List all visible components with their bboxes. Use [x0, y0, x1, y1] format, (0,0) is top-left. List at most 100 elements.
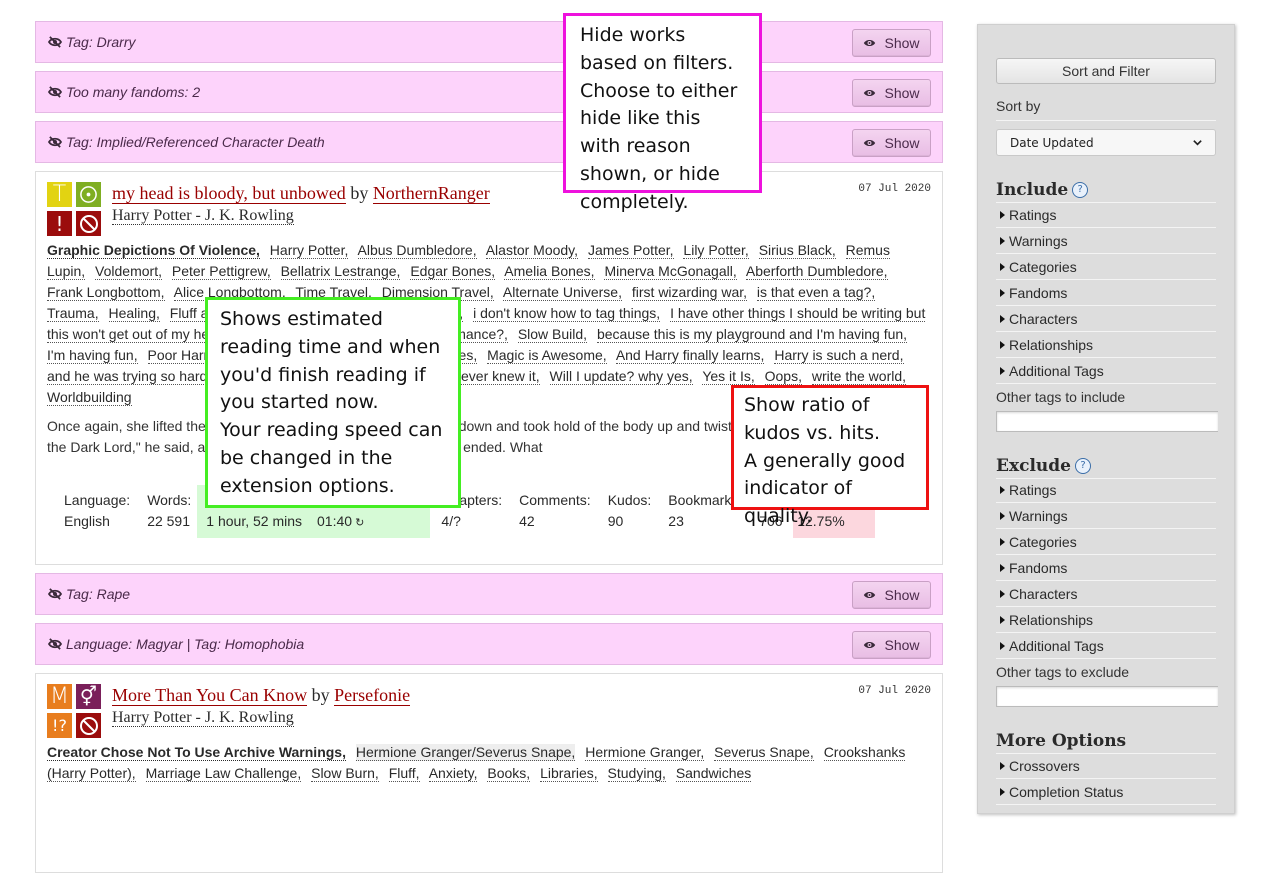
- author-link[interactable]: NorthernRanger: [372, 183, 490, 204]
- filter-toggle-crossovers[interactable]: Crossovers: [996, 753, 1216, 779]
- filter-toggle-additional-tags[interactable]: Additional Tags: [996, 633, 1216, 659]
- tag-link[interactable]: Bellatrix Lestrange,: [280, 263, 401, 280]
- show-button[interactable]: Show: [852, 631, 931, 659]
- tag-link[interactable]: first wizarding war,: [631, 284, 748, 301]
- tag-link[interactable]: Healing,: [108, 305, 160, 322]
- wip-icon[interactable]: [76, 211, 101, 236]
- tag-link[interactable]: Harry Potter,: [269, 242, 349, 259]
- tag-link[interactable]: Albus Dumbledore,: [357, 242, 477, 259]
- filter-toggle-completion-status[interactable]: Completion Status: [996, 779, 1216, 805]
- rating-mature-icon[interactable]: M: [47, 684, 72, 709]
- fandom-link[interactable]: Harry Potter - J. K. Rowling: [112, 207, 294, 225]
- warning-tag[interactable]: Graphic Depictions Of Violence,: [47, 242, 260, 259]
- tag-link[interactable]: I'm having fun,: [47, 347, 138, 364]
- tag-link[interactable]: Marriage Law Challenge,: [145, 765, 302, 782]
- tag-link[interactable]: write the world,: [811, 368, 907, 385]
- tag-link[interactable]: Slow Burn,: [311, 765, 379, 782]
- show-button[interactable]: Show: [852, 29, 931, 57]
- reading-time-callout: Shows estimated reading time and when yo…: [205, 297, 461, 508]
- tag-link[interactable]: Oops,: [764, 368, 802, 385]
- eye-slash-icon: [48, 638, 62, 650]
- tag-link[interactable]: Frank Longbottom,: [47, 284, 165, 301]
- tag-link[interactable]: Severus Snape,: [714, 744, 814, 761]
- exclude-filter-list: Ratings Warnings Categories Fandoms Characte…: [996, 477, 1216, 659]
- tag-link[interactable]: Sirius Black,: [758, 242, 836, 259]
- tag-link[interactable]: Yes it Is,: [702, 368, 755, 385]
- eye-slash-icon: [48, 588, 62, 600]
- help-icon[interactable]: ?: [1074, 457, 1091, 474]
- filter-toggle-characters[interactable]: Characters: [996, 581, 1216, 607]
- work-title-link[interactable]: More Than You Can Know: [112, 685, 308, 706]
- tag-link[interactable]: Alastor Moody,: [485, 242, 579, 259]
- work-title-link[interactable]: my head is bloody, but unbowed: [112, 183, 346, 204]
- expand-triangle-icon: [1000, 340, 1005, 349]
- tag-link[interactable]: Worldbuilding: [47, 389, 132, 406]
- tag-link[interactable]: Aberforth Dumbledore,: [745, 263, 888, 280]
- category-multi-icon[interactable]: ⚥: [76, 684, 101, 709]
- work-blurb: M ⚥ !? More Than You Can Know by Persefo…: [35, 673, 943, 873]
- show-button[interactable]: Show: [852, 129, 931, 157]
- tag-link[interactable]: Studying,: [607, 765, 666, 782]
- eye-slash-icon: [48, 86, 62, 98]
- wip-icon[interactable]: [76, 713, 101, 738]
- filter-toggle-warnings[interactable]: Warnings: [996, 503, 1216, 529]
- tag-link[interactable]: Will I update? why yes,: [549, 368, 693, 385]
- tag-link[interactable]: Anxiety,: [428, 765, 478, 782]
- other-tags-exclude-input[interactable]: [996, 686, 1218, 707]
- tag-link[interactable]: Edgar Bones,: [410, 263, 496, 280]
- stat-label: Words:: [147, 492, 192, 508]
- tag-link[interactable]: Amelia Bones,: [504, 263, 595, 280]
- tag-link[interactable]: Voldemort,: [95, 263, 162, 280]
- tag-link[interactable]: Hermione Granger,: [585, 744, 705, 761]
- tag-link[interactable]: Fluff,: [388, 765, 420, 782]
- filter-toggle-categories[interactable]: Categories: [996, 254, 1216, 280]
- author-link[interactable]: Persefonie: [334, 685, 411, 706]
- expand-triangle-icon: [1000, 537, 1005, 546]
- show-button[interactable]: Show: [852, 581, 931, 609]
- tag-link[interactable]: Alternate Universe,: [502, 284, 622, 301]
- filter-toggle-characters[interactable]: Characters: [996, 306, 1216, 332]
- filter-label: Categories: [1009, 258, 1077, 275]
- warning-choose-not-icon[interactable]: !?: [47, 713, 72, 738]
- sort-by-select[interactable]: Date Updated: [996, 129, 1216, 156]
- stat-value: 01:40: [317, 513, 353, 529]
- filter-label: Additional Tags: [1009, 637, 1104, 654]
- relationship-tag[interactable]: Hermione Granger/Severus Snape,: [355, 744, 576, 761]
- fandom-link[interactable]: Harry Potter - J. K. Rowling: [112, 709, 294, 727]
- hidden-work-row: Tag: Rape Show: [35, 573, 943, 615]
- warning-icon[interactable]: !: [47, 211, 72, 236]
- tag-link[interactable]: James Potter,: [587, 242, 674, 259]
- show-button[interactable]: Show: [852, 79, 931, 107]
- tag-link[interactable]: Slow Build,: [517, 326, 588, 343]
- filter-toggle-fandoms[interactable]: Fandoms: [996, 280, 1216, 306]
- tag-link[interactable]: Lily Potter,: [683, 242, 749, 259]
- filter-toggle-additional-tags[interactable]: Additional Tags: [996, 358, 1216, 384]
- other-tags-include-input[interactable]: [996, 411, 1218, 432]
- help-icon[interactable]: ?: [1072, 181, 1089, 198]
- filter-toggle-warnings[interactable]: Warnings: [996, 228, 1216, 254]
- tag-link[interactable]: Books,: [487, 765, 531, 782]
- filter-toggle-relationships[interactable]: Relationships: [996, 332, 1216, 358]
- filter-label: Relationships: [1009, 611, 1094, 628]
- tag-link[interactable]: Peter Pettigrew,: [171, 263, 271, 280]
- tag-link[interactable]: Trauma,: [47, 305, 99, 322]
- tag-link[interactable]: is that even a tag?,: [756, 284, 876, 301]
- tag-link[interactable]: Minerva McGonagall,: [604, 263, 737, 280]
- filter-toggle-fandoms[interactable]: Fandoms: [996, 555, 1216, 581]
- rating-teen-icon[interactable]: T: [47, 182, 72, 207]
- tag-link[interactable]: Sandwiches: [675, 765, 752, 782]
- tag-link[interactable]: And Harry finally learns,: [615, 347, 765, 364]
- filter-toggle-ratings[interactable]: Ratings: [996, 202, 1216, 228]
- filter-toggle-relationships[interactable]: Relationships: [996, 607, 1216, 633]
- sort-and-filter-button[interactable]: Sort and Filter: [996, 58, 1216, 84]
- filter-toggle-categories[interactable]: Categories: [996, 529, 1216, 555]
- tag-link[interactable]: i don't know how to tag things,: [473, 305, 661, 322]
- tag-link[interactable]: Magic is Awesome,: [487, 347, 607, 364]
- tag-link[interactable]: because this is my playground and I'm ha…: [596, 326, 908, 343]
- filter-toggle-ratings[interactable]: Ratings: [996, 477, 1216, 503]
- tag-link[interactable]: Libraries,: [540, 765, 598, 782]
- warning-tag[interactable]: Creator Chose Not To Use Archive Warning…: [47, 744, 346, 761]
- tag-link[interactable]: Harry is such a nerd,: [774, 347, 904, 364]
- category-gen-icon[interactable]: [76, 182, 101, 207]
- refresh-icon[interactable]: ↻: [355, 517, 364, 529]
